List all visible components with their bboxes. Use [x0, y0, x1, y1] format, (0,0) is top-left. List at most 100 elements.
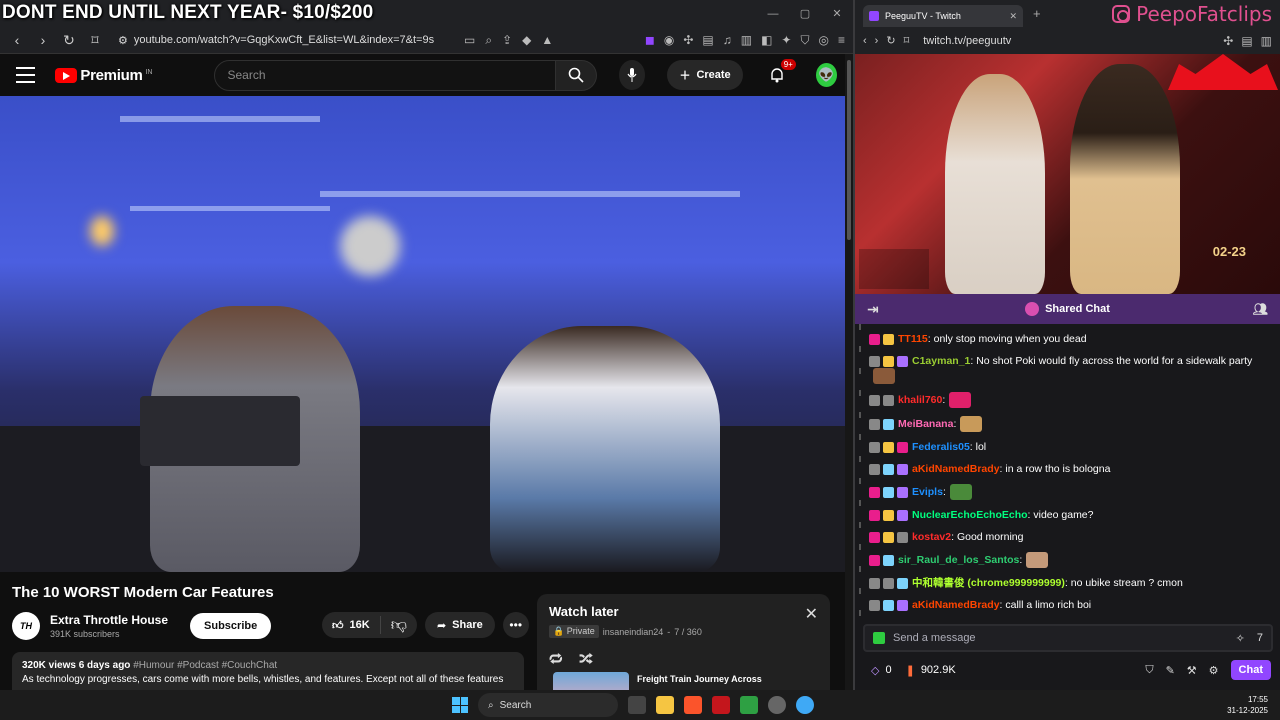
chat-badge-icon[interactable] — [869, 441, 880, 453]
playlist-owner[interactable]: insaneindian24 — [603, 627, 664, 637]
puzzle-icon[interactable]: ✣ — [683, 33, 693, 48]
chat-badge-icon[interactable] — [869, 486, 880, 498]
windows-start-icon[interactable] — [452, 697, 468, 713]
chat-input[interactable]: Send a message ✧ 7 — [863, 624, 1273, 652]
extension-icon[interactable]: ◉ — [664, 33, 674, 48]
close-tab-icon[interactable]: ✕ — [1009, 11, 1017, 22]
chat-username[interactable]: Evipls — [912, 485, 943, 499]
tool-icon[interactable]: ⚒ — [1187, 664, 1197, 677]
vpn-icon[interactable]: ⛉ — [800, 33, 809, 48]
chat-badge-icon[interactable] — [897, 599, 908, 611]
chat-badge-icon[interactable] — [897, 531, 908, 543]
emote-picker-icon[interactable] — [873, 632, 885, 644]
forward-icon[interactable]: › — [34, 32, 52, 48]
chat-username[interactable]: TT115 — [898, 332, 928, 346]
twitch-stream-player[interactable]: 02-23 — [855, 54, 1280, 294]
app-red-icon[interactable] — [712, 696, 730, 714]
brave-shield-icon[interactable]: ◆ — [522, 33, 531, 48]
chat-badge-icon[interactable] — [869, 418, 880, 430]
share-button[interactable]: ➦ Share — [424, 612, 495, 638]
url-field[interactable]: ⚙ youtube.com/watch?v=GqgKxwCft_E&list=W… — [112, 29, 442, 51]
notifications-button[interactable]: 9+ — [767, 59, 796, 87]
chat-username[interactable]: khalil760 — [898, 393, 942, 407]
back-icon[interactable]: ‹ — [8, 32, 26, 48]
subscribe-button[interactable]: Subscribe — [190, 613, 272, 639]
obs-icon[interactable] — [768, 696, 786, 714]
chat-badge-icon[interactable] — [869, 394, 880, 406]
chat-username[interactable]: sir_Raul_de_los_Santos — [898, 553, 1019, 567]
back-icon[interactable]: ‹ — [863, 35, 867, 47]
chat-username[interactable]: aKidNamedBrady — [912, 598, 1000, 612]
chat-badge-icon[interactable] — [869, 577, 880, 589]
chat-badge-icon[interactable] — [883, 577, 894, 589]
media-icon[interactable]: ♫ — [723, 33, 732, 48]
chat-username[interactable]: C1ayman_1 — [912, 354, 970, 368]
chat-username[interactable]: Federalis05 — [912, 440, 970, 454]
tab-icon[interactable]: ▤ — [1241, 34, 1252, 48]
chat-username[interactable]: aKidNamedBrady — [912, 462, 1000, 476]
chat-emote-icon[interactable] — [949, 392, 972, 408]
chat-emote-icon[interactable] — [960, 416, 983, 432]
chat-badge-icon[interactable] — [883, 486, 894, 498]
hashtags[interactable]: #Humour #Podcast #CouchChat — [133, 660, 277, 671]
playlist-item[interactable]: Freight Train Journey Across — [553, 672, 762, 690]
forward-icon[interactable]: › — [875, 35, 879, 47]
chat-badge-icon[interactable] — [883, 355, 894, 367]
description-box[interactable]: 320K views 6 days ago #Humour #Podcast #… — [12, 652, 524, 690]
cast-icon[interactable]: ▭ — [464, 33, 475, 48]
pen-icon[interactable]: ✎ — [1166, 664, 1175, 677]
chat-badge-icon[interactable] — [883, 333, 894, 345]
brave-browser-icon[interactable] — [684, 696, 702, 714]
chat-badge-icon[interactable] — [897, 463, 908, 475]
chat-send-button[interactable]: Chat — [1230, 660, 1271, 680]
channel-avatar[interactable]: TH — [12, 612, 40, 640]
chat-badge-icon[interactable] — [869, 509, 880, 521]
chat-badge-icon[interactable] — [897, 355, 908, 367]
chat-badge-icon[interactable] — [869, 463, 880, 475]
like-button[interactable]: 👍︎ 16K — [322, 616, 381, 634]
chat-badge-icon[interactable] — [869, 355, 880, 367]
7tv-icon[interactable]: 7 — [1257, 632, 1263, 645]
reload-icon[interactable]: ↻ — [60, 32, 78, 49]
task-view-icon[interactable] — [628, 696, 646, 714]
close-playlist-icon[interactable]: ✕ — [805, 604, 818, 624]
search-button[interactable] — [556, 59, 597, 91]
create-button[interactable]: ＋ Create — [667, 60, 743, 90]
tab-twitch[interactable]: PeeguuTV - Twitch ✕ — [863, 5, 1023, 27]
minimize-button[interactable]: — — [757, 0, 789, 27]
close-window-button[interactable]: ✕ — [821, 0, 853, 27]
voice-search-button[interactable] — [619, 60, 646, 90]
chat-badge-icon[interactable] — [883, 531, 894, 543]
share-page-icon[interactable]: ⇪ — [502, 33, 512, 48]
sparkle-icon[interactable]: ✧ — [1236, 632, 1245, 645]
chat-badge-icon[interactable] — [883, 394, 894, 406]
more-actions-button[interactable]: ••• — [502, 612, 529, 638]
new-tab-icon[interactable]: + — [1033, 6, 1041, 21]
chat-username[interactable]: MeiBanana — [898, 417, 953, 431]
app-blue-icon[interactable] — [796, 696, 814, 714]
tab-icon[interactable]: ▤ — [702, 33, 713, 48]
community-icon[interactable]: 👥︎ — [1253, 302, 1268, 316]
twitch-extension-icon[interactable]: ◼ — [645, 33, 655, 48]
file-explorer-icon[interactable] — [656, 696, 674, 714]
hamburger-menu-icon[interactable] — [16, 67, 36, 83]
chat-username[interactable]: NuclearEchoEchoEcho — [912, 508, 1028, 522]
chat-username[interactable]: kostav2 — [912, 530, 951, 544]
chat-badge-icon[interactable] — [869, 554, 880, 566]
dislike-button[interactable]: 👎︎ — [381, 616, 417, 635]
chat-badge-icon[interactable] — [869, 599, 880, 611]
site-info-icon[interactable]: ⚙ — [118, 34, 128, 47]
brave-rewards-icon[interactable]: ▲ — [541, 33, 553, 48]
bookmark-icon[interactable]: ⌑ — [904, 34, 910, 47]
user-avatar[interactable]: 👽 — [815, 63, 837, 87]
zoom-icon[interactable]: ⌕ — [485, 33, 492, 48]
bits-icon[interactable]: ❚ — [906, 664, 915, 677]
url-text[interactable]: twitch.tv/peeguutv — [923, 35, 1011, 47]
youtube-premium-logo[interactable]: Premium IN — [55, 67, 152, 84]
shuffle-icon[interactable]: 🔀︎ — [579, 648, 593, 669]
chat-badge-icon[interactable] — [883, 509, 894, 521]
collapse-chat-icon[interactable]: ⇥ — [867, 301, 879, 318]
wallet-icon[interactable]: ◎ — [819, 33, 829, 48]
chat-badge-icon[interactable] — [869, 531, 880, 543]
bookmark-icon[interactable]: ⌑ — [86, 32, 104, 49]
